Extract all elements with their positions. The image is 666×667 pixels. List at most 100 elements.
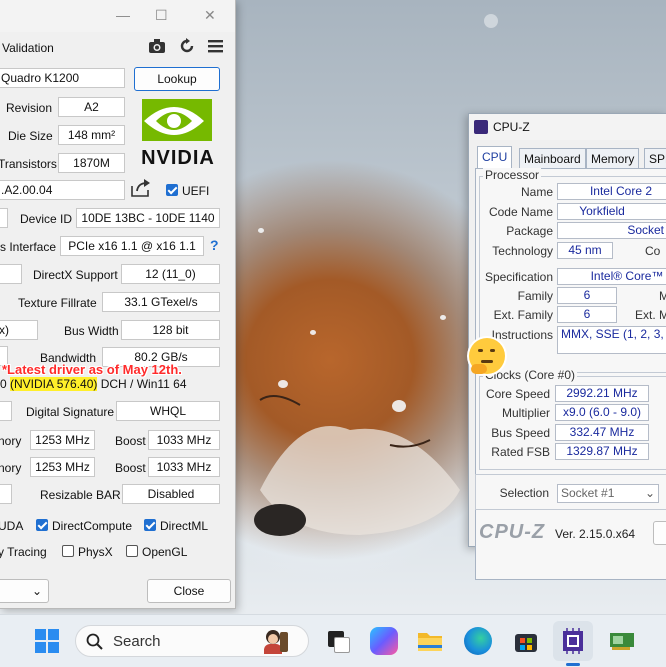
directcompute-checkbox [36,519,48,531]
copilot-icon[interactable] [370,627,398,655]
nvidia-logo: NVIDIA [134,97,222,169]
taskbar-search[interactable]: Search [75,625,309,657]
core-speed-field: 2992.21 MHz [555,385,649,402]
boost-clock-field-1: 1033 MHz [148,430,220,450]
boost-clock-field-2: 1033 MHz [148,457,220,477]
memory-clock-field-2: 1253 MHz [30,457,95,477]
tab-spd[interactable]: SPD [644,148,666,168]
specification-field: Intel® Core™ [557,268,666,285]
memory-label-1: nory [0,434,22,448]
technology-field: 45 nm [557,242,613,259]
task-view-icon[interactable] [324,627,352,655]
memory-type-field: x) [0,320,38,340]
codename-label: Code Name [488,205,553,219]
texture-fillrate-field: 33.1 GTexel/s [102,292,220,312]
close-window-icon[interactable]: ✕ [204,7,216,24]
driver-date-field [0,401,12,421]
ext-family-field: 6 [557,306,617,323]
search-placeholder: Search [113,633,161,650]
bus-interface-help[interactable]: ? [210,237,219,253]
tools-button[interactable] [653,521,666,545]
maximize-icon[interactable]: ☐ [155,7,168,24]
search-icon [86,633,103,650]
cpuz-version: Ver. 2.15.0.x64 [555,527,636,541]
core-voltage-label: Co [645,244,661,258]
raytracing-label: y Tracing [0,545,47,559]
driver-suffix: DCH / Win11 64 [97,377,187,391]
resizable-bar-label: Resizable BAR [40,488,121,502]
fox-image [254,395,460,536]
cpuz-brand: CPU-Z [479,521,546,543]
cpuz-taskbar-icon[interactable] [559,627,587,655]
memory-label-2: nory [0,461,22,475]
selection-label: Selection [499,486,549,500]
bus-interface-field: PCIe x16 1.1 @ x16 1.1 [60,236,204,256]
minimize-icon[interactable]: — [116,7,130,23]
revision-field: A2 [58,97,125,117]
tab-cpu[interactable]: CPU [477,146,513,169]
subvendor-field [0,208,8,228]
family-field: 6 [557,287,617,304]
uefi-checkbox[interactable] [166,184,178,196]
menu-icon[interactable] [207,38,225,54]
uefi-label: UEFI [182,184,210,198]
boost-label-1: Boost [115,434,146,448]
bus-speed-field: 332.47 MHz [555,424,649,441]
directml-label: DirectML [160,519,209,533]
die-size-field: 148 mm² [58,125,125,145]
socket-select[interactable]: Socket #1 ⌄ [557,484,659,503]
die-size-label: Die Size [8,129,53,143]
physx-checkbox [62,545,74,557]
driver-prefix: 0 [0,377,11,391]
driver-version-field: 0 (NVIDIA 576.40) DCH / Win11 64 [0,377,187,391]
sli-field [0,484,12,504]
bus-width-label: Bus Width [64,324,119,338]
directx-field: 12 (11_0) [121,264,220,284]
resizable-bar-field: Disabled [122,484,220,504]
transistors-field: 1870M [58,153,125,173]
file-explorer-icon[interactable] [416,627,444,655]
rated-fsb-field: 1329.87 MHz [555,443,649,460]
transistors-label: Transistors [0,157,57,171]
tab-memory[interactable]: Memory [586,148,640,168]
gpuz-window: — ☐ ✕ Validation Quadro K1200 Lookup Rev… [0,0,236,609]
chevron-down-icon: ⌄ [644,486,655,500]
gpuz-taskbar-icon[interactable] [608,627,636,655]
socket-select-value: Socket #1 [561,486,615,500]
taskbar: Search [0,614,666,667]
device-id-label: Device ID [20,212,73,226]
cpuz-title: CPU-Z [493,120,530,134]
family-label: Family [517,289,553,303]
lookup-button[interactable]: Lookup [134,67,220,91]
snowflake [484,14,498,28]
share-icon[interactable] [130,178,152,198]
camera-icon[interactable] [148,38,166,54]
rated-fsb-label: Rated FSB [491,445,550,459]
package-label: Package [506,224,553,238]
directcompute-label: DirectCompute [52,519,133,533]
thinking-emoji-sticker [469,338,505,374]
physx-label: PhysX [78,545,113,559]
tab-mainboard[interactable]: Mainboard [519,148,586,168]
name-label: Name [520,185,553,199]
texture-fillrate-label: Texture Fillrate [18,296,97,310]
ext-model-label: Ext. M [634,308,666,322]
gpu-select-dropdown[interactable]: ⌄ [0,579,49,603]
microsoft-store-icon[interactable] [512,627,540,655]
refresh-icon[interactable] [178,38,196,54]
model-label: M [659,289,666,303]
windows-start-icon[interactable] [33,627,61,655]
directml-checkbox [144,519,156,531]
memory-clock-field-1: 1253 MHz [30,430,95,450]
revision-label: Revision [6,101,53,115]
window-title: Validation [2,41,54,55]
multiplier-field: x9.0 (6.0 - 9.0) [555,404,649,421]
codename-field: Yorkfield [557,203,666,220]
shaders-field [0,264,22,284]
digital-signature-field: WHQL [116,401,220,421]
annotation-text: *Latest driver as of May 12th. [2,362,182,377]
edge-browser-icon[interactable] [464,627,492,655]
nvidia-eye-icon [142,99,212,141]
processor-group-title: Processor [483,168,542,182]
close-button[interactable]: Close [147,579,231,603]
